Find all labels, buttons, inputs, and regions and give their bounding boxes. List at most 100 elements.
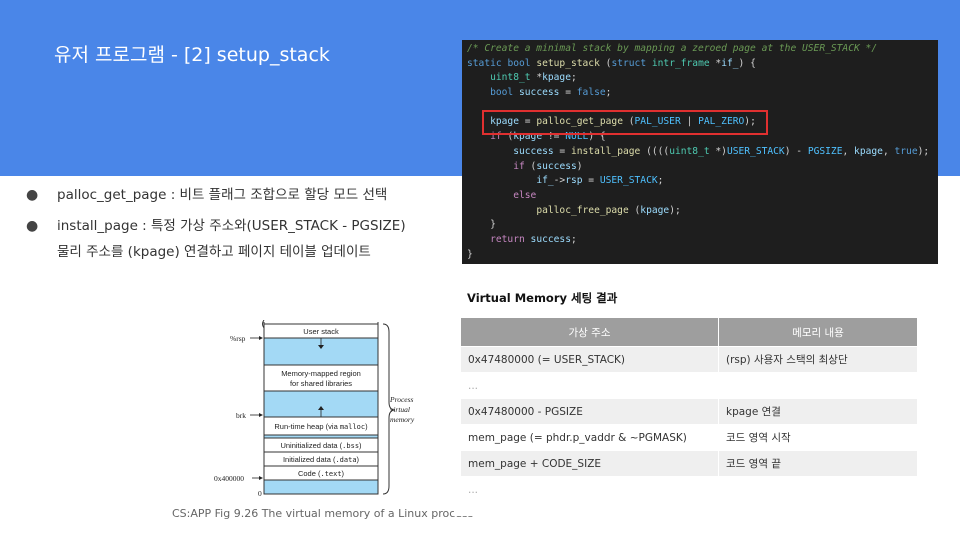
vm-header-content: 메모리 내용: [718, 317, 918, 347]
code-token: kpage: [542, 72, 571, 84]
vm-address-cell: ...: [460, 476, 719, 503]
code-token: success: [536, 160, 577, 172]
highlight-box: [482, 110, 768, 135]
code-token: PGSIZE: [807, 145, 843, 157]
code-token: bool: [490, 87, 519, 99]
code-token: ;: [605, 87, 612, 99]
user-stack-label: User stack: [303, 327, 339, 336]
figure-caption: CS:APP Fig 9.26 The virtual memory of a …: [172, 507, 474, 520]
vm-content-cell: [718, 372, 918, 399]
table-row: 0x47480000 (= USER_STACK) (rsp) 사용자 스택의 최…: [460, 346, 918, 373]
code-token: false: [576, 87, 606, 99]
code-token: ,: [842, 145, 855, 157]
code-line: palloc_free_page (kpage);: [467, 204, 938, 219]
code-token: =: [582, 175, 600, 187]
bullet-dot-icon: ●: [26, 187, 39, 203]
code-token: setup_stack: [536, 57, 600, 69]
code-token: /* Create a minimal stack by mapping a z…: [467, 43, 878, 54]
code-line: if_->rsp = USER_STACK;: [467, 174, 938, 189]
heap-label: Run-time heap (via malloc): [274, 422, 368, 431]
code-token: success: [519, 87, 560, 99]
code-token: static: [467, 57, 508, 69]
vm-address-cell: ...: [460, 372, 719, 399]
vm-address-cell: 0x47480000 (= USER_STACK): [460, 346, 719, 373]
table-row: mem_page (= phdr.p_vaddr & ~PGMASK) 코드 영역…: [460, 424, 918, 451]
code-line: static bool setup_stack (struct intr_fra…: [467, 57, 938, 72]
code-token: intr_frame: [651, 57, 716, 69]
code-token: *): [709, 145, 727, 157]
code-line: if (success): [467, 160, 938, 175]
code-token: (: [599, 57, 612, 69]
mmap-label-2: for shared libraries: [290, 379, 352, 388]
code-line: success = install_page ((((uint8_t *)USE…: [467, 145, 938, 160]
vm-content-cell: kpage 연결: [718, 398, 918, 425]
code-token: USER_STACK: [726, 145, 785, 157]
code-token: install_page: [570, 145, 641, 157]
code-token: uint8_t: [490, 72, 537, 84]
vm-address-cell: mem_page + CODE_SIZE: [460, 450, 719, 477]
code-token: return: [490, 233, 531, 245]
bullet-dot-icon: ●: [26, 218, 39, 234]
code-token: bool: [507, 57, 537, 69]
code-token: =: [553, 145, 571, 157]
code-token: rsp: [565, 175, 583, 187]
code-token: }: [467, 219, 496, 231]
data-label: Initialized data (.data): [283, 455, 360, 464]
bullet-text: install_page : 특정 가상 주소와(USER_STACK - PG…: [57, 218, 406, 234]
code-token: ->: [553, 175, 566, 187]
table-row: mem_page + CODE_SIZE 코드 영역 끝: [460, 450, 918, 477]
table-row: ...: [460, 476, 918, 503]
vm-header-address: 가상 주소: [460, 317, 719, 347]
bullet-list: ● palloc_get_page : 비트 플래그 조합으로 할당 모드 선택 ●…: [26, 182, 456, 265]
code-token: ,: [882, 145, 895, 157]
zero-label: 0: [258, 489, 262, 498]
vm-result-panel: Virtual Memory 세팅 결과 가상 주소 메모리 내용 0x4748…: [454, 282, 928, 516]
code-token: ;: [570, 233, 577, 245]
vm-content-cell: (rsp) 사용자 스택의 최상단: [718, 346, 918, 373]
code-token: kpage: [854, 145, 883, 157]
code-token: else: [513, 189, 537, 201]
vm-content-cell: 코드 영역 시작: [718, 424, 918, 451]
code-token: success: [513, 145, 554, 157]
code-token: if: [513, 160, 525, 172]
memory-layout-diagram: User stack Memory-mapped region for shar…: [208, 320, 430, 505]
code-token: palloc_free_page: [536, 204, 629, 216]
bullet-item: ● install_page : 특정 가상 주소와(USER_STACK - P…: [26, 213, 456, 239]
slide-title: 유저 프로그램 - [2] setup_stack: [54, 44, 330, 66]
code-token: =: [559, 87, 577, 99]
code-token: (: [524, 160, 537, 172]
code-line: /* Create a minimal stack by mapping a z…: [467, 42, 938, 57]
bss-label: Uninitialized data (.bss): [280, 441, 362, 450]
bullet-item: 물리 주소를 (kpage) 연결하고 페이지 테이블 업데이트: [26, 239, 456, 265]
code-token: uint8_t: [669, 145, 710, 157]
code-token: ) {: [738, 57, 756, 69]
code-token: kpage: [640, 204, 670, 216]
table-row: 0x47480000 - PGSIZE kpage 연결: [460, 398, 918, 425]
code-token: if_: [536, 175, 554, 187]
code-line: bool success = false;: [467, 86, 938, 101]
code-token: success: [530, 233, 571, 245]
vm-table: 가상 주소 메모리 내용 0x47480000 (= USER_STACK) (r…: [460, 317, 918, 503]
vm-table-title: Virtual Memory 세팅 결과: [467, 291, 618, 305]
code-token: ): [576, 160, 583, 172]
code-line: }: [467, 248, 938, 263]
code-token: USER_STACK: [599, 175, 658, 187]
code-line: }: [467, 218, 938, 233]
code-token: }: [467, 248, 473, 260]
code-line: uint8_t *kpage;: [467, 71, 938, 86]
code-block: /* Create a minimal stack by mapping a z…: [462, 40, 938, 264]
vm-content-cell: [718, 476, 918, 503]
code-token: ;: [657, 175, 664, 187]
process-label: Process virtual memory: [389, 395, 415, 424]
code-token: struct: [611, 57, 652, 69]
vm-address-cell: mem_page (= phdr.p_vaddr & ~PGMASK): [460, 424, 719, 451]
rsp-label: %rsp: [230, 334, 246, 343]
code-token: ;: [571, 72, 577, 84]
code-text: /* Create a minimal stack by mapping a z…: [462, 40, 938, 262]
